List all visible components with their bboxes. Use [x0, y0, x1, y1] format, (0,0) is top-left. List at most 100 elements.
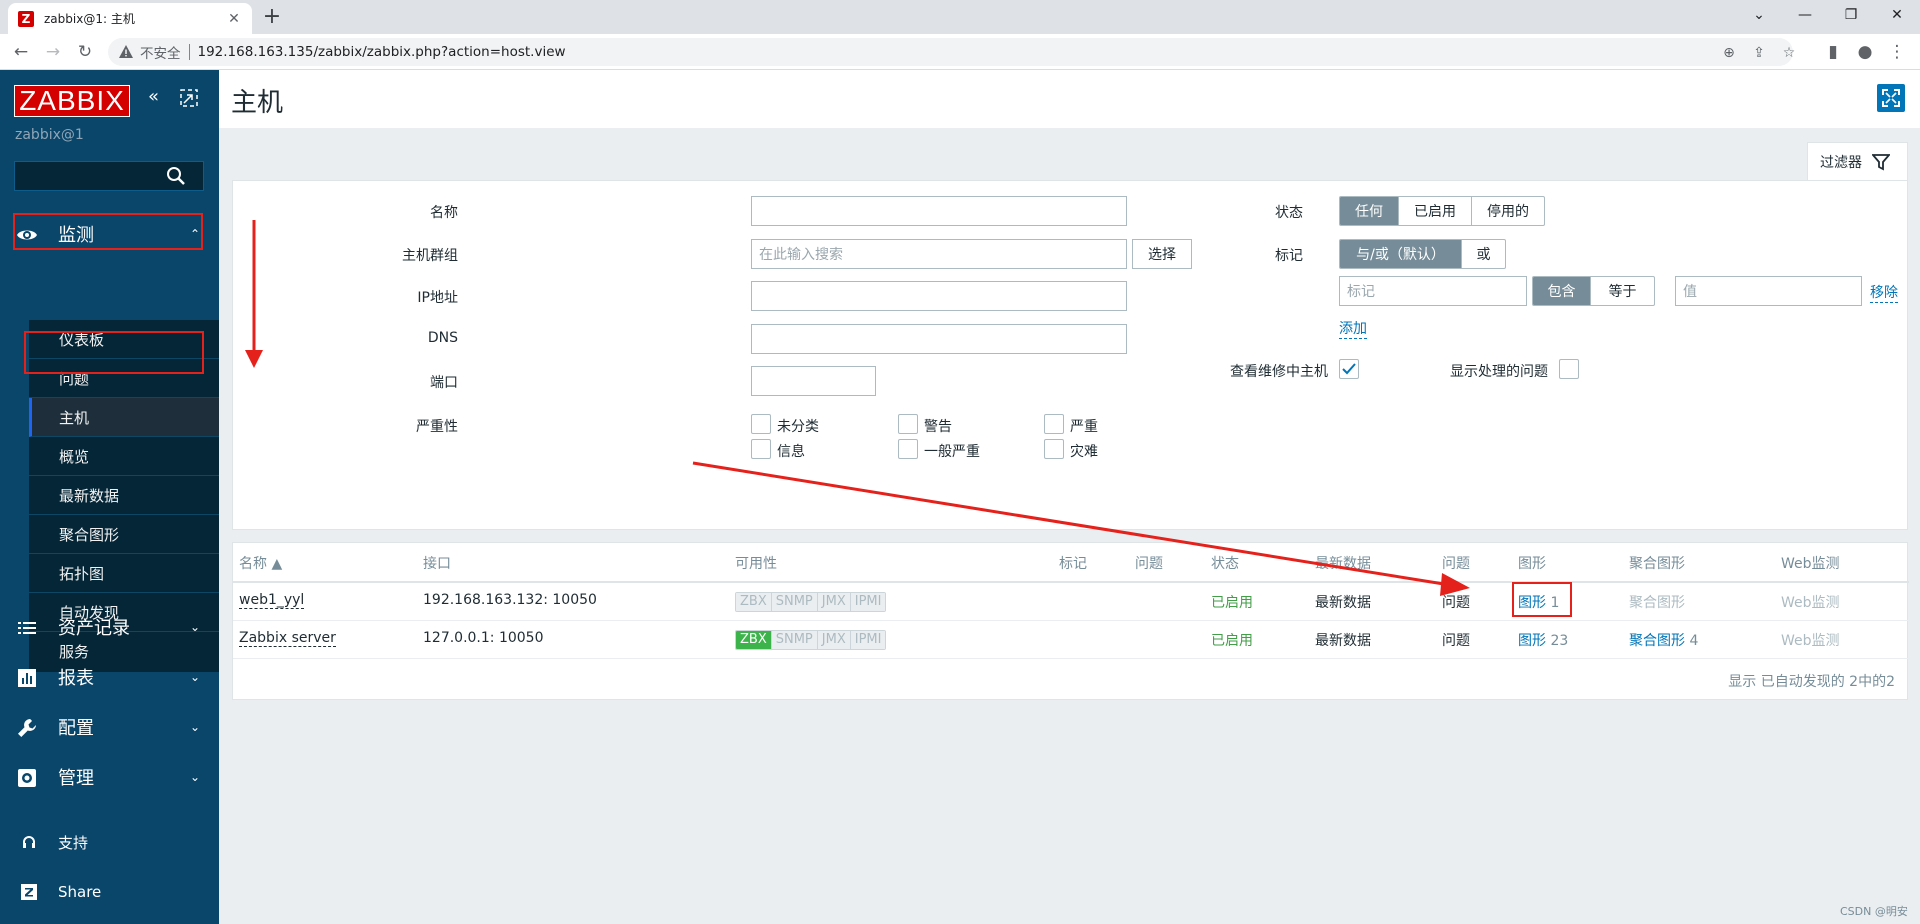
- host-status[interactable]: 已启用: [1211, 592, 1253, 612]
- tag-value-input[interactable]: 值: [1675, 276, 1862, 306]
- new-tab-icon[interactable]: +: [258, 4, 286, 30]
- dns-label: DNS: [427, 330, 458, 346]
- severity-information-label: 信息: [777, 444, 805, 460]
- tab-search-icon[interactable]: ⌄: [1736, 0, 1782, 30]
- host-name-link[interactable]: Zabbix server: [239, 630, 336, 647]
- severity-not-classified-label: 未分类: [777, 419, 819, 435]
- sidebar-item-hosts[interactable]: 主机: [29, 398, 219, 437]
- column-tags: 标记: [1059, 556, 1087, 572]
- zoom-icon[interactable]: ⊕: [1718, 42, 1740, 64]
- column-name-sort[interactable]: 名称 ▲: [239, 553, 282, 573]
- minimize-icon[interactable]: —: [1782, 0, 1828, 30]
- address-bar[interactable]: 不安全 192.168.163.135/zabbix/zabbix.php?ac…: [108, 38, 1795, 66]
- close-window-icon[interactable]: ✕: [1874, 0, 1920, 30]
- nav-monitoring[interactable]: 监测 ⌃: [0, 210, 219, 258]
- screens-link[interactable]: 聚合图形 4: [1629, 630, 1698, 650]
- search-icon[interactable]: [166, 166, 186, 186]
- zabbix-logo[interactable]: ZABBIX: [14, 85, 130, 117]
- nav-share[interactable]: Share: [0, 872, 219, 912]
- problems-link[interactable]: 问题: [1442, 630, 1470, 650]
- sidebar-item-maps[interactable]: 拓扑图: [29, 554, 219, 593]
- forward-icon[interactable]: →: [41, 40, 65, 64]
- graphs-count: 1: [1550, 595, 1560, 611]
- tab-filter[interactable]: 过滤器: [1807, 142, 1908, 180]
- problems-link[interactable]: 问题: [1442, 592, 1470, 612]
- graphs-link[interactable]: 图形 23: [1518, 630, 1568, 650]
- latest-data-link[interactable]: 最新数据: [1315, 592, 1371, 612]
- severity-average-checkbox[interactable]: [898, 439, 918, 459]
- suppressed-label: 显示处理的问题: [1450, 364, 1548, 380]
- tags-or-option[interactable]: 或: [1462, 240, 1505, 268]
- list-icon: [18, 622, 36, 634]
- tab-strip: Z zabbix@1: 主机 ✕ + ⌄ — ❐ ✕: [0, 0, 1920, 34]
- severity-warning-label: 警告: [924, 419, 952, 435]
- severity-warning-checkbox[interactable]: [898, 414, 918, 434]
- nav-configuration[interactable]: 配置 ⌄: [0, 703, 219, 751]
- chevron-down-icon: ⌄: [190, 770, 201, 784]
- sidebar-item-problems[interactable]: 问题: [29, 359, 219, 398]
- column-status[interactable]: 状态: [1211, 553, 1239, 573]
- tags-operator-selector: 与/或（默认） 或: [1339, 239, 1506, 269]
- tag-equals-option[interactable]: 等于: [1591, 277, 1654, 305]
- column-graphs: 图形: [1518, 556, 1546, 572]
- status-disabled-option[interactable]: 停用的: [1472, 197, 1544, 225]
- wrench-icon: [18, 719, 36, 737]
- menu-icon[interactable]: ⋮: [1885, 40, 1909, 64]
- collapse-sidebar-icon[interactable]: «: [148, 86, 159, 107]
- browser-chrome: Z zabbix@1: 主机 ✕ + ⌄ — ❐ ✕ ← → ↻ 不安全 192…: [0, 0, 1920, 70]
- table-row: Zabbix server 127.0.0.1: 10050 ZBX SNMP …: [233, 621, 1909, 659]
- remove-tag-link[interactable]: 移除: [1870, 282, 1898, 303]
- severity-high-checkbox[interactable]: [1044, 414, 1064, 434]
- name-input[interactable]: [751, 196, 1127, 226]
- page-header: 主机: [219, 70, 1920, 128]
- ip-input[interactable]: [751, 281, 1127, 311]
- sidebar-item-latest-data[interactable]: 最新数据: [29, 476, 219, 515]
- maintenance-checkbox[interactable]: [1339, 359, 1359, 379]
- suppressed-checkbox[interactable]: [1559, 359, 1579, 379]
- reload-icon[interactable]: ↻: [73, 40, 97, 64]
- tags-and-or-option[interactable]: 与/或（默认）: [1340, 240, 1462, 268]
- availability-badges: ZBX SNMP JMX IPMI: [735, 630, 887, 650]
- nav-inventory[interactable]: 资产记录 ⌄: [0, 603, 219, 651]
- nav-administration[interactable]: 管理 ⌄: [0, 753, 219, 801]
- graphs-link[interactable]: 图形 1: [1518, 592, 1559, 612]
- add-tag-link[interactable]: 添加: [1339, 318, 1367, 339]
- latest-data-link[interactable]: 最新数据: [1315, 630, 1371, 650]
- host-status[interactable]: 已启用: [1211, 630, 1253, 650]
- severity-information-checkbox[interactable]: [751, 439, 771, 459]
- restore-icon[interactable]: ❐: [1828, 0, 1874, 30]
- sidebar-item-overview[interactable]: 概览: [29, 437, 219, 476]
- filter-panel: 名称 主机群组 在此输入搜索 选择 IP地址 DNS 端口 严重性 未分类 警告…: [232, 180, 1908, 585]
- kiosk-mode-icon[interactable]: [180, 89, 198, 107]
- warning-icon: [119, 45, 133, 58]
- tag-name-input[interactable]: 标记: [1339, 276, 1527, 306]
- tag-contains-option[interactable]: 包含: [1533, 277, 1591, 305]
- report-icon: [18, 669, 36, 687]
- dns-input[interactable]: [751, 324, 1127, 354]
- severity-not-classified-checkbox[interactable]: [751, 414, 771, 434]
- port-input[interactable]: [751, 366, 876, 396]
- status-enabled-option[interactable]: 已启用: [1399, 197, 1472, 225]
- fullscreen-icon: [1882, 89, 1900, 107]
- severity-disaster-label: 灾难: [1070, 444, 1098, 460]
- back-icon[interactable]: ←: [9, 40, 33, 64]
- nav-support[interactable]: 支持: [0, 822, 219, 862]
- close-tab-icon[interactable]: ✕: [226, 11, 242, 27]
- bookmark-star-icon[interactable]: ☆: [1778, 42, 1800, 64]
- side-panel-icon[interactable]: ▮: [1821, 40, 1845, 64]
- chevron-down-icon: ⌄: [190, 620, 201, 634]
- fullscreen-button[interactable]: [1877, 84, 1905, 112]
- sidebar-item-screens[interactable]: 聚合图形: [29, 515, 219, 554]
- nav-reports[interactable]: 报表 ⌄: [0, 653, 219, 701]
- browser-tab[interactable]: Z zabbix@1: 主机 ✕: [8, 3, 252, 34]
- share-icon[interactable]: ⇪: [1748, 42, 1770, 64]
- host-name-link[interactable]: web1_yyl: [239, 592, 305, 609]
- severity-average-label: 一般严重: [924, 444, 980, 460]
- status-any-option[interactable]: 任何: [1340, 197, 1399, 225]
- profile-icon[interactable]: ●: [1853, 40, 1877, 64]
- severity-disaster-checkbox[interactable]: [1044, 439, 1064, 459]
- current-user: zabbix@1: [15, 127, 84, 143]
- hostgroup-input[interactable]: 在此输入搜索: [751, 239, 1127, 269]
- select-hostgroup-button[interactable]: 选择: [1132, 239, 1192, 269]
- sidebar-item-dashboard[interactable]: 仪表板: [29, 320, 219, 359]
